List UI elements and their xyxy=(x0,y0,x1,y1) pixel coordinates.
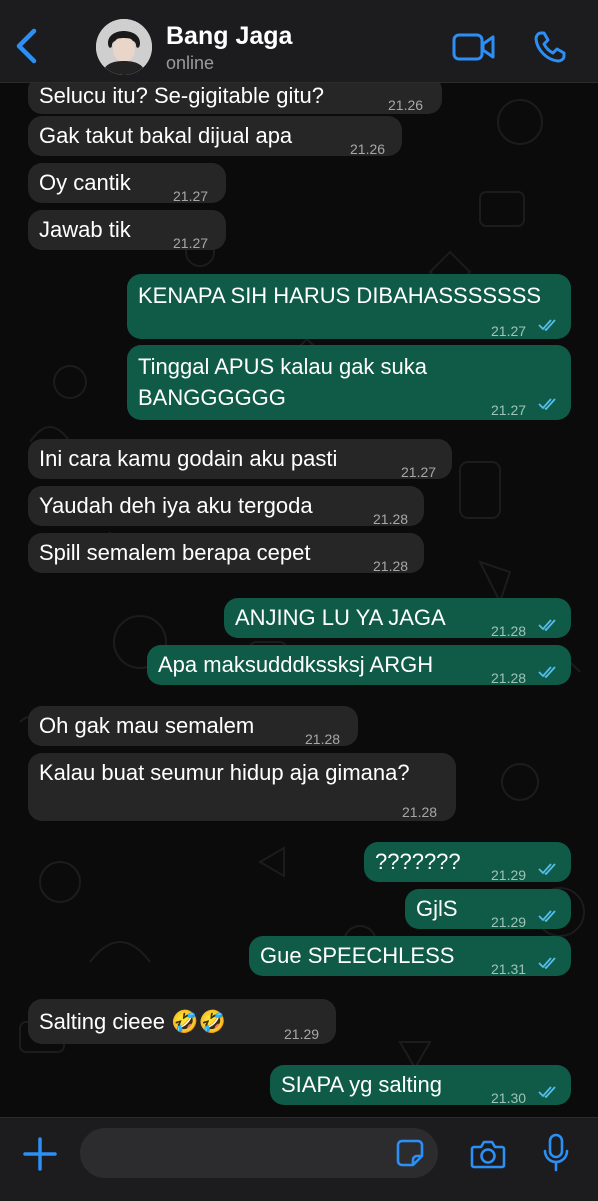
contact-name[interactable]: Bang Jaga xyxy=(166,22,292,51)
read-receipt-icon xyxy=(538,910,556,922)
message-bubble-incoming[interactable]: Spill semalem berapa cepet 21.28 xyxy=(28,533,424,574)
message-bubble-incoming[interactable]: Selucu itu? Se-gigitable gitu? 21.26 xyxy=(28,82,442,114)
message-text: Salting cieee 🤣🤣 xyxy=(39,1009,226,1034)
message-time: 21.27 xyxy=(401,464,437,480)
message-text: ??????? xyxy=(375,849,461,874)
message-bubble-incoming[interactable]: Yaudah deh iya aku tergoda 21.28 xyxy=(28,486,424,527)
message-time: 21.28 xyxy=(402,804,438,820)
message-time: 21.28 xyxy=(373,558,409,574)
message-time: 21.27 xyxy=(491,402,527,418)
message-text: Kalau buat seumur hidup aja gimana? xyxy=(39,760,410,785)
read-receipt-icon xyxy=(538,666,556,678)
message-text: GjlS xyxy=(416,896,458,921)
message-time: 21.28 xyxy=(305,731,341,747)
message-bubble-incoming[interactable]: Oh gak mau semalem 21.28 xyxy=(28,706,358,747)
read-receipt-icon xyxy=(538,398,556,410)
message-text: Gak takut bakal dijual apa xyxy=(39,123,293,148)
message-text: Oh gak mau semalem xyxy=(39,713,255,738)
message-text: Ini cara kamu godain aku pasti xyxy=(39,446,338,471)
message-text: Yaudah deh iya aku tergoda xyxy=(39,493,313,518)
voice-call-icon[interactable] xyxy=(533,30,567,64)
chat-header: Bang Jaga online xyxy=(0,0,598,83)
message-text: Selucu itu? Se-gigitable gitu? xyxy=(39,83,324,108)
back-chevron-icon[interactable] xyxy=(12,28,42,64)
message-bubble-outgoing[interactable]: KENAPA SIH HARUS DIBAHASSSSSSS 21.27 xyxy=(127,274,571,339)
message-time: 21.28 xyxy=(491,670,527,686)
message-time: 21.27 xyxy=(173,188,209,204)
message-bubble-outgoing[interactable]: Apa maksudddkssksj ARGH 21.28 xyxy=(147,645,571,686)
message-time: 21.29 xyxy=(491,867,527,883)
message-bubble-outgoing[interactable]: SIAPA yg salting 21.30 xyxy=(270,1065,571,1106)
message-time: 21.29 xyxy=(491,914,527,930)
message-time: 21.27 xyxy=(173,235,209,251)
message-bubble-outgoing[interactable]: Gue SPEECHLESS 21.31 xyxy=(249,936,571,977)
message-bubble-outgoing[interactable]: ??????? 21.29 xyxy=(364,842,571,883)
message-bubble-incoming[interactable]: Oy cantik 21.27 xyxy=(28,163,226,204)
message-time: 21.28 xyxy=(491,623,527,639)
message-text: Apa maksudddkssksj ARGH xyxy=(158,652,434,677)
message-bubble-outgoing[interactable]: ANJING LU YA JAGA 21.28 xyxy=(224,598,571,639)
avatar[interactable] xyxy=(96,19,152,75)
message-text: ANJING LU YA JAGA xyxy=(235,605,446,630)
message-text-line2: BANGGGGGG xyxy=(138,385,286,410)
message-bubble-outgoing[interactable]: GjlS 21.29 xyxy=(405,889,571,930)
message-input[interactable] xyxy=(80,1128,438,1178)
read-receipt-icon xyxy=(538,1086,556,1098)
read-receipt-icon xyxy=(538,319,556,331)
profile-photo-icon xyxy=(96,19,152,75)
message-bubble-incoming[interactable]: Salting cieee 🤣🤣 21.29 xyxy=(28,999,336,1044)
message-list[interactable]: Selucu itu? Se-gigitable gitu? 21.26 Gak… xyxy=(0,82,598,1117)
message-text: Spill semalem berapa cepet xyxy=(39,540,311,565)
read-receipt-icon xyxy=(538,619,556,631)
message-text: SIAPA yg salting xyxy=(281,1072,443,1097)
message-bubble-outgoing[interactable]: Tinggal APUS kalau gak suka BANGGGGGG 21… xyxy=(127,345,571,420)
message-time: 21.29 xyxy=(284,1026,320,1042)
message-time: 21.28 xyxy=(373,511,409,527)
message-time: 21.31 xyxy=(491,961,527,977)
message-bubble-incoming[interactable]: Kalau buat seumur hidup aja gimana? 21.2… xyxy=(28,753,456,821)
read-receipt-icon xyxy=(538,957,556,969)
plus-icon[interactable] xyxy=(22,1136,58,1172)
message-bubble-incoming[interactable]: Jawab tik 21.27 xyxy=(28,210,226,251)
message-text: Oy cantik xyxy=(39,170,131,195)
message-time: 21.30 xyxy=(491,1090,527,1106)
message-time: 21.26 xyxy=(350,141,386,157)
compose-bar xyxy=(0,1117,598,1201)
sticker-icon[interactable] xyxy=(395,1138,425,1168)
message-text: KENAPA SIH HARUS DIBAHASSSSSSS xyxy=(138,283,542,308)
message-text: Gue SPEECHLESS xyxy=(260,943,455,968)
contact-status: online xyxy=(166,53,215,73)
microphone-icon[interactable] xyxy=(543,1133,569,1173)
read-receipt-icon xyxy=(538,863,556,875)
camera-icon[interactable] xyxy=(470,1138,506,1170)
message-text: Tinggal APUS kalau gak suka xyxy=(138,354,428,379)
message-bubble-incoming[interactable]: Ini cara kamu godain aku pasti 21.27 xyxy=(28,439,452,480)
message-time: 21.27 xyxy=(491,323,527,339)
message-text: Jawab tik xyxy=(39,217,131,242)
video-call-icon[interactable] xyxy=(452,32,496,62)
message-bubble-incoming[interactable]: Gak takut bakal dijual apa 21.26 xyxy=(28,116,402,157)
